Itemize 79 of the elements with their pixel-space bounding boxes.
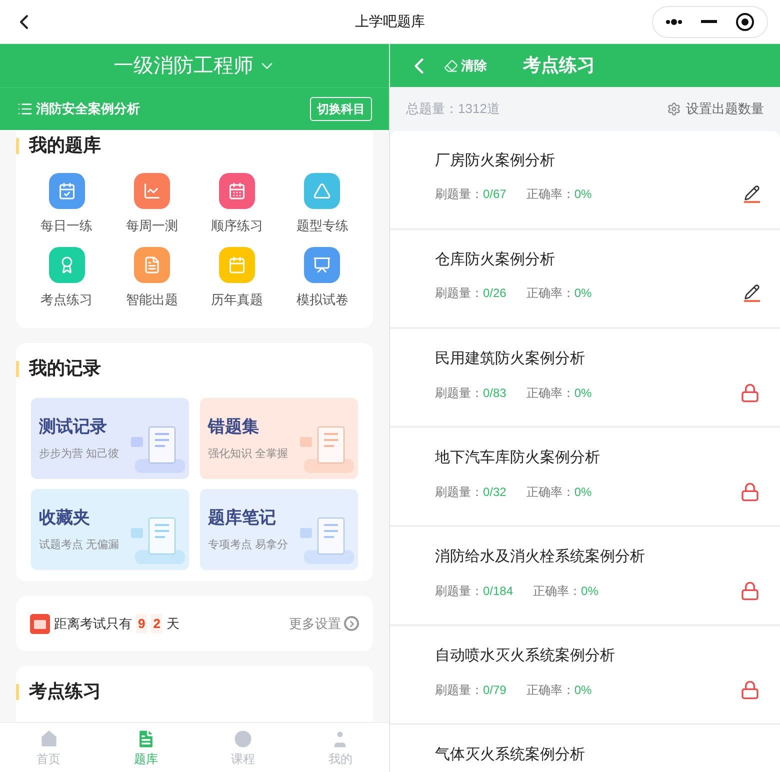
countdown-digit: 2 bbox=[151, 614, 162, 634]
presentation-tile-icon[interactable] bbox=[304, 246, 340, 282]
calendar-check-tile-icon[interactable] bbox=[48, 173, 85, 209]
topic-row[interactable]: 自动喷水灭火系统案例分析 刷题量：0/79 正确率：0% bbox=[390, 626, 780, 725]
edit-icon[interactable] bbox=[744, 284, 760, 302]
lock-icon[interactable] bbox=[740, 383, 760, 403]
feature-label[interactable]: 考点练习 bbox=[40, 290, 93, 309]
feature-label[interactable]: 题型专练 bbox=[296, 216, 348, 236]
settings-icon[interactable] bbox=[667, 102, 681, 116]
topic-name: 厂房防火案例分析 bbox=[435, 151, 556, 171]
progress-stat: 刷题量：0/67 bbox=[435, 186, 506, 203]
countdown-text: 距离考试只有 bbox=[54, 614, 132, 633]
triangle-tile-icon[interactable] bbox=[304, 173, 340, 209]
topic-name: 仓库防火案例分析 bbox=[435, 250, 556, 270]
section-title: 我的题库 bbox=[29, 134, 101, 157]
calendar-tile-icon[interactable] bbox=[219, 246, 256, 282]
topic-name: 自动喷水灭火系统案例分析 bbox=[435, 646, 616, 666]
more-icon[interactable] bbox=[665, 18, 683, 24]
topic-name: 民用建筑防火案例分析 bbox=[435, 349, 586, 369]
accuracy-stat: 正确率：0% bbox=[526, 484, 592, 501]
feature-label[interactable]: 每周一测 bbox=[126, 216, 178, 236]
topic-name: 地下汽车库防火案例分析 bbox=[435, 448, 601, 468]
feature-label[interactable]: 智能出题 bbox=[126, 290, 178, 309]
record-title: 错题集 bbox=[208, 416, 260, 438]
subject-name: 消防安全案例分析 bbox=[36, 100, 140, 118]
eraser-icon bbox=[444, 58, 458, 72]
record-subtitle: 试题考点 无偏漏 bbox=[39, 538, 120, 552]
lock-icon[interactable] bbox=[740, 482, 760, 502]
edit-icon[interactable] bbox=[744, 185, 760, 203]
countdown-digit: 9 bbox=[136, 614, 148, 634]
progress-stat: 刷题量：0/83 bbox=[435, 385, 506, 402]
set-question-count-link[interactable]: 设置出题数量 bbox=[686, 99, 764, 119]
topic-row[interactable]: 气体灭火系统案例分析 bbox=[390, 725, 780, 772]
accuracy-stat: 正确率：0% bbox=[533, 583, 598, 600]
page-title: 考点练习 bbox=[523, 54, 595, 77]
list-icon bbox=[17, 101, 33, 117]
topic-row[interactable]: 民用建筑防火案例分析 刷题量：0/83 正确率：0% bbox=[390, 329, 780, 428]
document-tile-icon[interactable] bbox=[134, 246, 170, 282]
lock-icon[interactable] bbox=[740, 581, 760, 601]
topic-row[interactable]: 地下汽车库防火案例分析 刷题量：0/32 正确率：0% bbox=[390, 428, 780, 527]
line-chart-tile-icon[interactable] bbox=[134, 173, 170, 209]
window-title: 上学吧题库 bbox=[355, 12, 425, 31]
record-title: 收藏夹 bbox=[39, 507, 91, 529]
feature-label[interactable]: 顺序练习 bbox=[211, 216, 264, 236]
record-card[interactable]: 错题集 强化知识 全掌握 bbox=[200, 398, 358, 479]
progress-stat: 刷题量：0/79 bbox=[435, 682, 506, 699]
topic-row[interactable]: 仓库防火案例分析 刷题量：0/26 正确率：0% bbox=[390, 230, 780, 329]
section-title: 考点练习 bbox=[29, 680, 101, 703]
calendar-tile-icon[interactable] bbox=[219, 173, 256, 209]
topic-name: 气体灭火系统案例分析 bbox=[435, 745, 586, 765]
record-subtitle: 强化知识 全掌握 bbox=[208, 446, 290, 462]
topic-row[interactable]: 厂房防火案例分析 刷题量：0/67 正确率：0% bbox=[390, 131, 780, 230]
section-title: 我的记录 bbox=[29, 357, 101, 380]
record-subtitle: 专项考点 易拿分 bbox=[208, 538, 290, 552]
record-card[interactable]: 测试记录 步步为营 知己彼 bbox=[31, 398, 189, 479]
topic-name: 消防给水及消火栓系统案例分析 bbox=[435, 547, 646, 567]
total-count: 总题量：1312道 bbox=[406, 100, 500, 118]
close-icon[interactable] bbox=[735, 12, 755, 32]
accuracy-stat: 正确率：0% bbox=[526, 285, 592, 302]
progress-stat: 刷题量：0/184 bbox=[435, 583, 514, 600]
feature-label[interactable]: 历年真题 bbox=[211, 290, 264, 309]
record-card[interactable]: 收藏夹 试题考点 无偏漏 bbox=[31, 489, 189, 570]
more-settings-link[interactable]: 更多设置 bbox=[289, 614, 341, 634]
calendar-icon bbox=[30, 614, 50, 634]
award-tile-icon[interactable] bbox=[48, 246, 85, 282]
feature-label[interactable]: 模拟试卷 bbox=[296, 290, 348, 309]
record-card[interactable]: 题库笔记 专项考点 易拿分 bbox=[200, 489, 358, 570]
progress-stat: 刷题量：0/32 bbox=[435, 484, 506, 501]
accuracy-stat: 正确率：0% bbox=[526, 186, 592, 203]
accuracy-stat: 正确率：0% bbox=[526, 385, 592, 402]
record-subtitle: 步步为营 知己彼 bbox=[39, 446, 120, 462]
accuracy-stat: 正确率：0% bbox=[526, 682, 592, 699]
record-title: 测试记录 bbox=[39, 416, 108, 438]
countdown-unit: 天 bbox=[166, 614, 180, 633]
topic-row[interactable]: 消防给水及消火栓系统案例分析 刷题量：0/184 正确率：0% bbox=[390, 527, 780, 626]
record-title: 题库笔记 bbox=[208, 507, 277, 529]
progress-stat: 刷题量：0/26 bbox=[435, 285, 506, 302]
lock-icon[interactable] bbox=[740, 680, 760, 700]
feature-label[interactable]: 每日一练 bbox=[40, 216, 93, 236]
